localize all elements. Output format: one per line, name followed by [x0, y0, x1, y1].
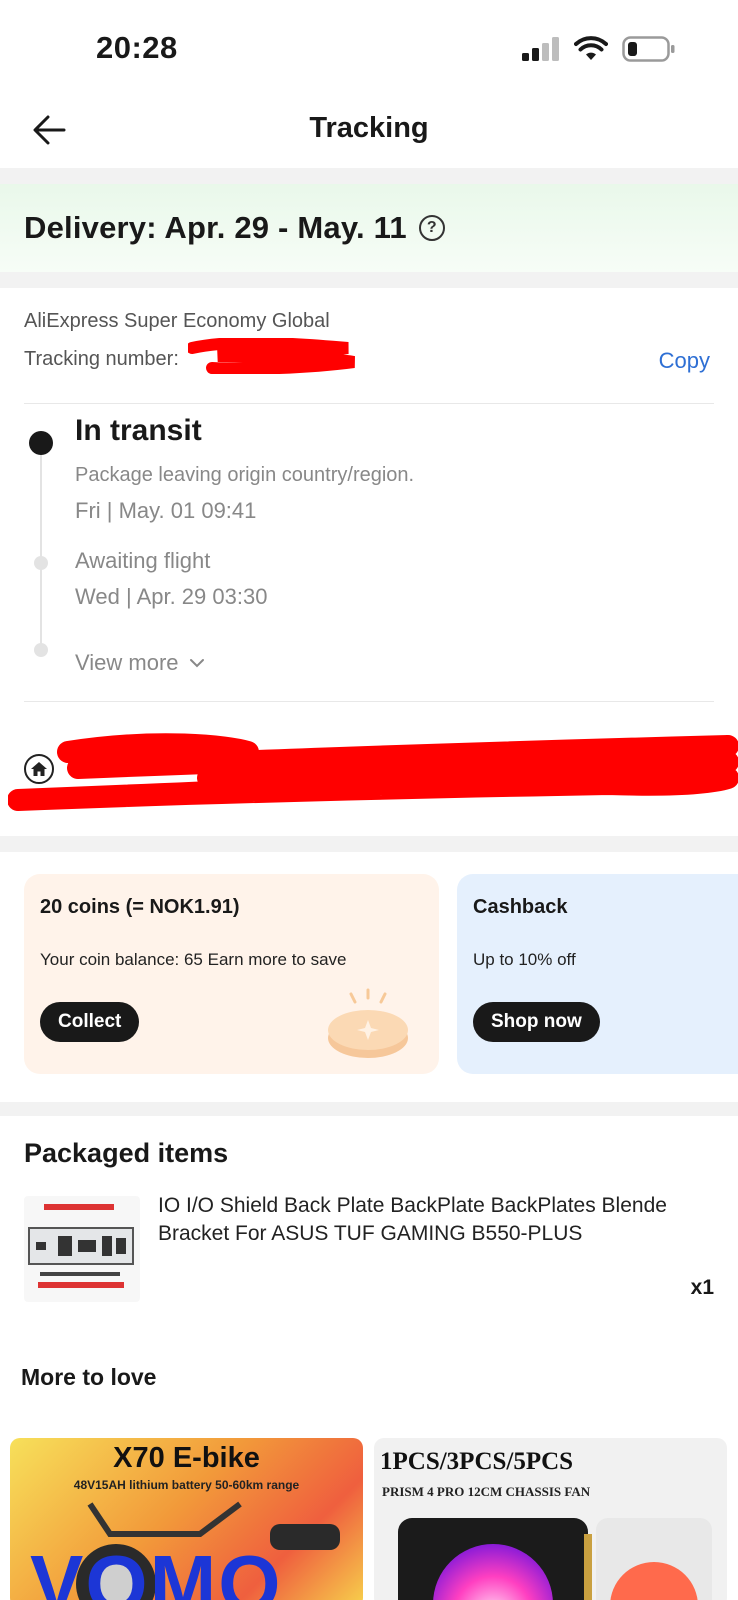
card-headline: 1PCS/3PCS/5PCS	[380, 1448, 574, 1475]
event-time-previous: Wed | Apr. 29 03:30	[75, 584, 268, 609]
event-status-current: In transit	[75, 414, 202, 447]
nav-bar: Tracking	[0, 96, 738, 168]
status-bar: 20:28	[0, 0, 738, 96]
promo-row: 20 coins (= NOK1.91) Your coin balance: …	[0, 852, 738, 1102]
card-headline: X70 E-bike	[113, 1442, 260, 1474]
event-detail-current: Package leaving origin country/region.	[75, 464, 415, 486]
tracking-details: AliExpress Super Economy Global Tracking…	[0, 288, 738, 836]
wifi-icon	[574, 36, 608, 60]
view-more-button[interactable]: View more	[75, 650, 205, 676]
coins-subtitle: Your coin balance: 65 Earn more to save	[40, 950, 347, 969]
recommendation-card[interactable]: 1PCS/3PCS/5PCS PRISM 4 PRO 12CM CHASSIS …	[374, 1438, 727, 1600]
packaged-items: Packaged items IO I/O Shield Back Plate …	[0, 1116, 738, 1334]
product-quantity: x1	[690, 1276, 714, 1299]
battery-icon	[622, 36, 675, 62]
redaction-scribble	[188, 338, 355, 374]
card-subline: PRISM 4 PRO 12CM CHASSIS FAN	[382, 1484, 591, 1499]
section-divider	[0, 272, 738, 288]
card-subline: 48V15AH lithium battery 50-60km range	[73, 1478, 300, 1492]
chevron-down-icon	[189, 659, 204, 668]
coins-title: 20 coins (= NOK1.91)	[40, 896, 240, 918]
timeline-dot-more	[34, 643, 48, 657]
section-divider	[0, 1102, 738, 1116]
more-to-love-title: More to love	[21, 1364, 157, 1390]
section-divider	[0, 836, 738, 852]
product-name[interactable]: IO I/O Shield Back Plate BackPlate BackP…	[158, 1192, 718, 1248]
view-more-label: View more	[75, 650, 179, 675]
timeline-dot-current	[29, 431, 53, 455]
delivery-estimate: Delivery: Apr. 29 - May. 11	[24, 210, 407, 245]
io-shield-image	[28, 1204, 134, 1288]
tracking-number-label: Tracking number:	[24, 348, 179, 370]
copy-tracking-button[interactable]: Copy	[659, 348, 710, 374]
brand-logo: VOMO	[30, 1539, 283, 1600]
cashback-card[interactable]: Cashback Up to 10% off Shop now	[457, 874, 738, 1074]
timeline-line	[40, 436, 42, 650]
page-title: Tracking	[309, 112, 429, 144]
section-divider	[0, 168, 738, 184]
packaged-title: Packaged items	[24, 1138, 229, 1168]
help-icon[interactable]: ?	[418, 215, 445, 241]
cashback-title: Cashback	[473, 896, 568, 918]
coins-card[interactable]: 20 coins (= NOK1.91) Your coin balance: …	[24, 874, 439, 1074]
carrier-name: AliExpress Super Economy Global	[24, 310, 330, 332]
event-status-previous: Awaiting flight	[75, 548, 211, 573]
event-time-current: Fri | May. 01 09:41	[75, 498, 257, 523]
cellular-signal-icon	[522, 37, 559, 61]
coin-icon	[328, 988, 408, 1058]
shop-now-button[interactable]: Shop now	[473, 1002, 600, 1042]
collect-button[interactable]: Collect	[40, 1002, 140, 1042]
timeline-dot-previous	[34, 556, 48, 570]
chassis-fan-image	[398, 1518, 712, 1600]
divider	[24, 701, 714, 702]
more-to-love: More to love X70 E-bike 48V15AH lithium …	[0, 1334, 738, 1600]
cashback-subtitle: Up to 10% off	[473, 950, 576, 969]
recommendation-card[interactable]: X70 E-bike 48V15AH lithium battery 50-60…	[10, 1438, 363, 1600]
product-thumbnail[interactable]	[24, 1196, 140, 1302]
divider	[24, 403, 714, 404]
delivery-banner: Delivery: Apr. 29 - May. 11 ?	[0, 184, 738, 272]
redaction-scribble	[8, 733, 738, 811]
status-time: 20:28	[96, 30, 178, 65]
status-icons	[522, 34, 676, 64]
